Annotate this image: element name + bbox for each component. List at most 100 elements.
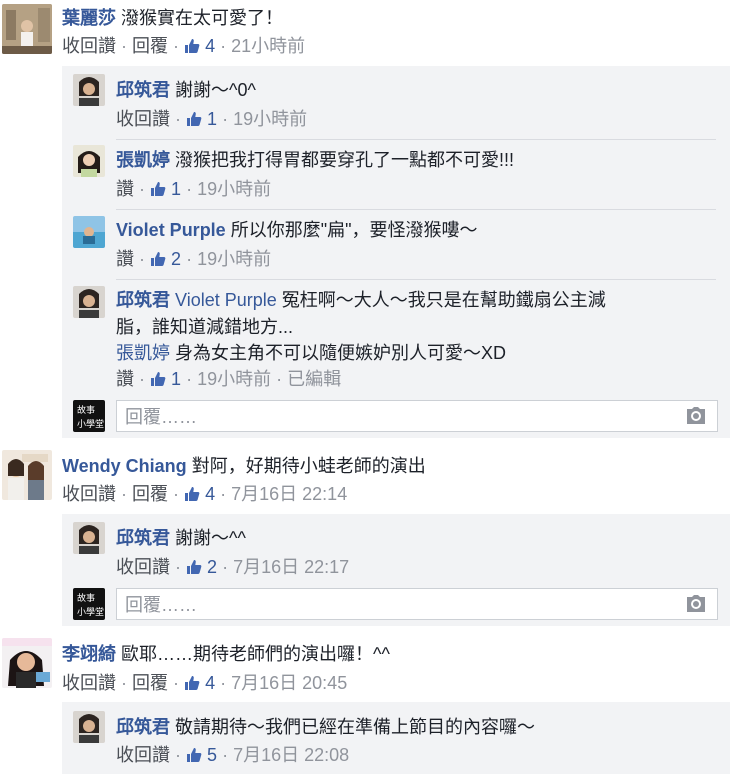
comment-body: 李翊綺 歐耶……期待老師們的演出囉！^^ <box>62 642 390 666</box>
like-count[interactable]: 1 <box>207 109 217 129</box>
thumbs-up-icon[interactable] <box>186 745 202 769</box>
reply-body: 邱筑君 敬請期待～我們已經在準備上節目的內容囉～ <box>116 715 535 739</box>
reply-author[interactable]: Violet Purple <box>116 220 226 240</box>
timestamp[interactable]: 19小時前 <box>233 109 307 129</box>
reply-input[interactable]: 回覆…… <box>116 400 718 432</box>
avatar[interactable] <box>2 4 52 54</box>
avatar[interactable] <box>73 711 105 743</box>
reply-text: 謝謝～^0^ <box>175 80 256 100</box>
comment-actions: 收回讚 · 回覆 · 4 · 7月16日 20:45 <box>62 671 347 697</box>
avatar[interactable] <box>2 638 52 688</box>
reply-author[interactable]: 邱筑君 <box>116 290 170 310</box>
comment-text: 潑猴實在太可愛了！ <box>121 8 284 28</box>
timestamp[interactable]: 19小時前 <box>197 249 271 269</box>
like-count[interactable]: 4 <box>205 484 215 504</box>
reply-placeholder: 回覆…… <box>125 595 197 615</box>
unlike-link[interactable]: 收回讚 <box>116 109 170 129</box>
timestamp[interactable]: 19小時前 <box>197 369 271 389</box>
reply-link[interactable]: 回覆 <box>132 36 168 56</box>
current-user-avatar: 故事 小學堂 <box>73 400 105 432</box>
like-link[interactable]: 讚 <box>116 369 134 389</box>
unlike-link[interactable]: 收回讚 <box>62 484 116 504</box>
svg-text:小學堂: 小學堂 <box>77 418 104 430</box>
like-count[interactable]: 4 <box>205 36 215 56</box>
avatar[interactable] <box>73 145 105 177</box>
reply-divider <box>116 279 716 280</box>
timestamp[interactable]: 7月16日 22:08 <box>233 745 349 765</box>
reply-divider <box>116 209 716 210</box>
reply-text: 冤枉啊～大人～我只是在幫助鐵扇公主減 <box>281 290 606 310</box>
reply-actions: 讚 · 2 · 19小時前 <box>116 247 271 273</box>
reply-body: 張凱婷 潑猴把我打得胃都要穿孔了一點都不可愛!!! <box>116 148 514 172</box>
comment-body: Wendy Chiang 對阿，好期待小蛙老師的演出 <box>62 454 426 478</box>
like-count[interactable]: 2 <box>207 557 217 577</box>
reply-body: 邱筑君 謝謝～^^ <box>116 526 246 550</box>
reply-link[interactable]: 回覆 <box>132 484 168 504</box>
mention-link[interactable]: 張凱婷 <box>116 343 170 363</box>
comment-author[interactable]: 李翊綺 <box>62 644 116 664</box>
reply-author[interactable]: 邱筑君 <box>116 717 170 737</box>
reply-actions: 收回讚 · 1 · 19小時前 <box>116 107 307 133</box>
comment-actions: 收回讚 · 回覆 · 4 · 7月16日 22:14 <box>62 482 347 508</box>
comment-author[interactable]: 葉麗莎 <box>62 8 116 28</box>
reply-text: 所以你那麼"扁"，要怪潑猴嘍～ <box>230 220 478 240</box>
reply-text-line: 張凱婷 身為女主角不可以隨便嫉妒別人可愛～XD <box>116 341 506 365</box>
reply-author[interactable]: 張凱婷 <box>116 150 170 170</box>
thumbs-up-icon[interactable] <box>150 249 166 273</box>
comment-text: 對阿，好期待小蛙老師的演出 <box>191 456 426 476</box>
avatar-photo-icon <box>2 4 52 54</box>
reply-text: 敬請期待～我們已經在準備上節目的內容囉～ <box>175 717 536 737</box>
svg-text:小學堂: 小學堂 <box>77 606 104 618</box>
reply-body: Violet Purple 所以你那麼"扁"，要怪潑猴嘍～ <box>116 218 478 242</box>
timestamp[interactable]: 7月16日 22:14 <box>231 484 347 504</box>
unlike-link[interactable]: 收回讚 <box>62 36 116 56</box>
unlike-link[interactable]: 收回讚 <box>116 557 170 577</box>
comment-text: 歐耶……期待老師們的演出囉！^^ <box>121 644 390 664</box>
reply-author[interactable]: 邱筑君 <box>116 80 170 100</box>
edited-label[interactable]: 已編輯 <box>287 369 341 389</box>
like-link[interactable]: 讚 <box>116 179 134 199</box>
thumbs-up-icon[interactable] <box>150 369 166 393</box>
thumbs-up-icon[interactable] <box>186 557 202 581</box>
mention-link[interactable]: Violet Purple <box>175 290 277 310</box>
current-user-avatar: 故事 小學堂 <box>73 588 105 620</box>
timestamp[interactable]: 7月16日 20:45 <box>231 673 347 693</box>
unlike-link[interactable]: 收回讚 <box>116 745 170 765</box>
like-count[interactable]: 2 <box>171 249 181 269</box>
reply-actions: 讚 · 1 · 19小時前 <box>116 177 271 203</box>
reply-body: 邱筑君 謝謝～^0^ <box>116 78 256 102</box>
reply-link[interactable]: 回覆 <box>132 673 168 693</box>
reply-actions: 讚 · 1 · 19小時前 · 已編輯 <box>116 367 341 393</box>
thumbs-up-icon[interactable] <box>186 109 202 133</box>
avatar[interactable] <box>73 216 105 248</box>
thumbs-up-icon[interactable] <box>184 673 200 697</box>
reply-body: 邱筑君 Violet Purple 冤枉啊～大人～我只是在幫助鐵扇公主減 <box>116 288 606 312</box>
camera-icon[interactable] <box>685 406 707 431</box>
like-count[interactable]: 5 <box>207 745 217 765</box>
comment-actions: 收回讚 · 回覆 · 4 · 21小時前 <box>62 34 305 60</box>
thumbs-up-icon[interactable] <box>150 179 166 203</box>
timestamp[interactable]: 21小時前 <box>231 36 305 56</box>
camera-icon[interactable] <box>685 594 707 619</box>
like-link[interactable]: 讚 <box>116 249 134 269</box>
avatar[interactable] <box>2 450 52 500</box>
avatar[interactable] <box>73 522 105 554</box>
reply-author[interactable]: 邱筑君 <box>116 528 170 548</box>
reply-text: 脂，誰知道減錯地方... <box>116 317 294 337</box>
svg-text:故事: 故事 <box>77 404 95 416</box>
comment-author[interactable]: Wendy Chiang <box>62 456 187 476</box>
avatar[interactable] <box>73 286 105 318</box>
timestamp[interactable]: 19小時前 <box>197 179 271 199</box>
unlike-link[interactable]: 收回讚 <box>62 673 116 693</box>
like-count[interactable]: 1 <box>171 179 181 199</box>
thumbs-up-icon[interactable] <box>184 36 200 60</box>
avatar[interactable] <box>73 74 105 106</box>
timestamp[interactable]: 7月16日 22:17 <box>233 557 349 577</box>
like-count[interactable]: 4 <box>205 673 215 693</box>
like-count[interactable]: 1 <box>171 369 181 389</box>
reply-text-line: 脂，誰知道減錯地方... <box>116 315 293 339</box>
reply-input[interactable]: 回覆…… <box>116 588 718 620</box>
reply-placeholder: 回覆…… <box>125 407 197 427</box>
reply-actions: 收回讚 · 5 · 7月16日 22:08 <box>116 743 349 769</box>
thumbs-up-icon[interactable] <box>184 484 200 508</box>
